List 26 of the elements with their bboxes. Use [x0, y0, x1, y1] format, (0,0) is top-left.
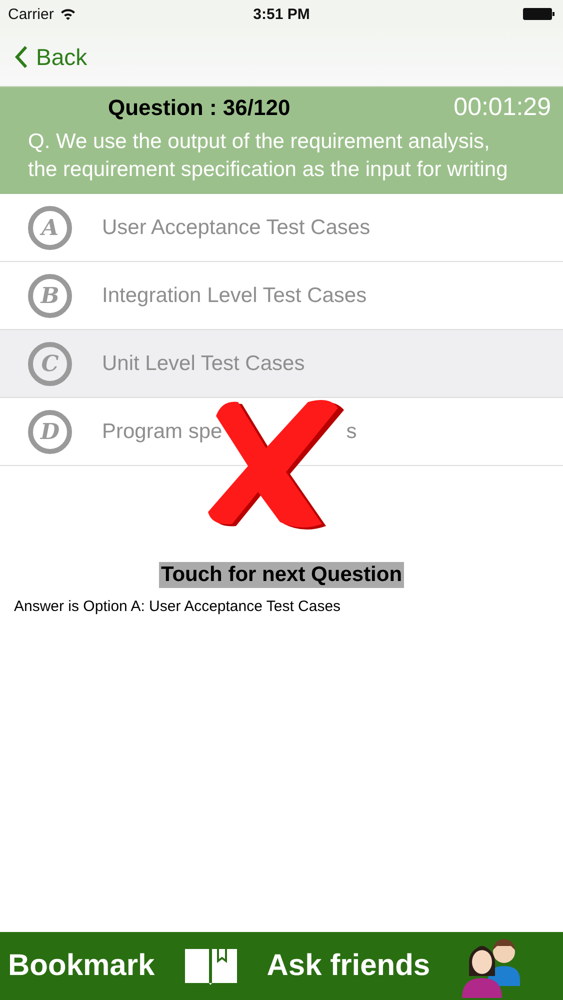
question-number: Question : 36/120	[108, 94, 290, 120]
option-label: Program spe	[102, 420, 222, 444]
back-button[interactable]: Back	[14, 44, 88, 70]
option-letter: D	[28, 410, 72, 454]
option-letter: B	[28, 274, 72, 318]
option-label: s	[346, 420, 357, 444]
option-label: User Acceptance Test Cases	[102, 216, 370, 240]
answer-option[interactable]: C Unit Level Test Cases	[0, 330, 563, 398]
bookmark-button[interactable]: Bookmark	[8, 949, 155, 983]
status-time: 3:51 PM	[252, 6, 311, 22]
people-icon	[460, 936, 522, 1000]
option-letter: C	[28, 342, 72, 386]
carrier-name: Carrier	[8, 6, 54, 22]
ask-friends-button[interactable]: Ask friends	[266, 949, 430, 983]
timer: 00:01:29	[454, 93, 551, 122]
option-label: Unit Level Test Cases	[102, 352, 305, 376]
answer-option[interactable]: A User Acceptance Test Cases	[0, 194, 563, 262]
question-text: Q. We use the output of the requirement analysis, the requirement specification as the input for writing	[28, 129, 509, 183]
wifi-icon	[60, 8, 76, 20]
next-question-button[interactable]: Touch for next Question	[158, 562, 404, 588]
battery-icon	[523, 8, 555, 20]
book-icon	[184, 947, 237, 985]
option-label: Integration Level Test Cases	[102, 284, 367, 308]
answer-text: Answer is Option A: User Acceptance Test Cases	[14, 598, 342, 615]
chevron-left-icon	[14, 45, 28, 69]
option-letter: A	[28, 206, 72, 250]
